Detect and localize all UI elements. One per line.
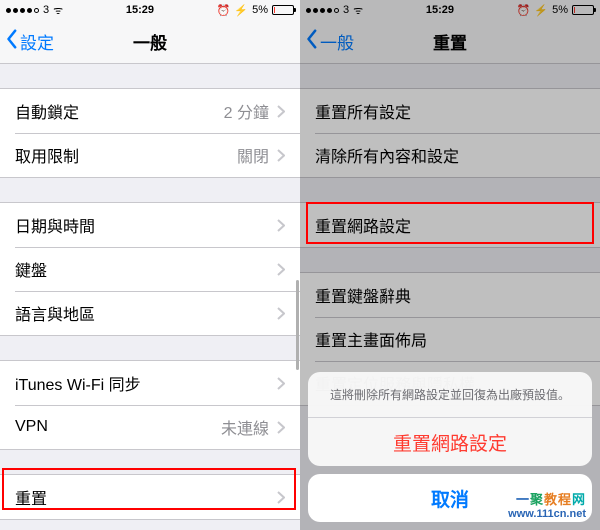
row-vpn[interactable]: VPN 未連線 <box>0 405 300 449</box>
row-value: 未連線 <box>221 415 269 439</box>
nav-bar: 設定 一般 <box>0 20 300 64</box>
reset-list: 重置所有設定 清除所有內容和設定 重置網路設定 重置鍵盤辭典 重置主畫面佈局 <box>300 88 600 406</box>
row-lang-region[interactable]: 語言與地區 <box>0 291 300 335</box>
row-label: 重置 <box>15 485 47 509</box>
back-button[interactable]: 一般 <box>304 20 354 63</box>
row-label: 鍵盤 <box>15 257 47 281</box>
carrier-label: 3 <box>343 4 349 16</box>
row-label: 重置主畫面佈局 <box>315 327 427 351</box>
page-title: 一般 <box>133 29 167 54</box>
action-sheet: 這將刪除所有網路設定並回復為出廠預設值。 重置網路設定 取消 一聚教程网 www… <box>308 372 592 522</box>
row-erase-all-content[interactable]: 清除所有內容和設定 <box>300 133 600 177</box>
row-label: iTunes Wi-Fi 同步 <box>15 371 141 395</box>
confirm-reset-network-button[interactable]: 重置網路設定 <box>308 418 592 466</box>
alarm-icon: ⏰ <box>217 4 231 17</box>
row-reset-network-settings[interactable]: 重置網路設定 <box>300 203 600 247</box>
back-button[interactable]: 設定 <box>4 20 54 63</box>
chevron-right-icon <box>277 105 285 118</box>
bluetooth-icon: ⚡ <box>534 4 548 17</box>
row-label: 取用限制 <box>15 143 79 167</box>
wifi-icon: ᯤ <box>353 3 363 18</box>
page-title: 重置 <box>433 29 467 54</box>
chevron-right-icon <box>277 149 285 162</box>
row-reset-all-settings[interactable]: 重置所有設定 <box>300 89 600 133</box>
row-reset[interactable]: 重置 <box>0 475 300 519</box>
row-label: 重置鍵盤辭典 <box>315 283 411 307</box>
chevron-right-icon <box>277 219 285 232</box>
row-value: 關閉 <box>237 143 269 167</box>
scrollbar-indicator <box>296 280 299 370</box>
status-bar: 3 ᯤ 15:29 ⏰ ⚡ 5% <box>300 0 600 20</box>
chevron-right-icon <box>277 491 285 504</box>
carrier-label: 3 <box>43 4 49 16</box>
row-itunes-wifi-sync[interactable]: iTunes Wi-Fi 同步 <box>0 361 300 405</box>
status-time: 15:29 <box>126 4 154 16</box>
alarm-icon: ⏰ <box>517 4 531 17</box>
row-restrictions[interactable]: 取用限制 關閉 <box>0 133 300 177</box>
back-label: 一般 <box>320 29 354 54</box>
chevron-right-icon <box>277 421 285 434</box>
battery-icon <box>572 5 594 15</box>
chevron-right-icon <box>277 377 285 390</box>
right-screenshot: 3 ᯤ 15:29 ⏰ ⚡ 5% 一般 重置 重置所有 <box>300 0 600 530</box>
row-date-time[interactable]: 日期與時間 <box>0 203 300 247</box>
row-reset-keyboard-dictionary[interactable]: 重置鍵盤辭典 <box>300 273 600 317</box>
row-value: 2 分鐘 <box>224 99 269 123</box>
battery-icon <box>272 5 294 15</box>
watermark-url: www.111cn.net <box>508 508 586 520</box>
status-bar: 3 ᯤ 15:29 ⏰ ⚡ 5% <box>0 0 300 20</box>
row-auto-lock[interactable]: 自動鎖定 2 分鐘 <box>0 89 300 133</box>
cancel-label: 取消 <box>431 485 469 512</box>
chevron-left-icon <box>4 29 18 54</box>
chevron-right-icon <box>277 263 285 276</box>
row-keyboard[interactable]: 鍵盤 <box>0 247 300 291</box>
settings-list: 自動鎖定 2 分鐘 取用限制 關閉 日期與時間 鍵盤 <box>0 88 300 520</box>
chevron-right-icon <box>277 307 285 320</box>
left-screenshot: 3 ᯤ 15:29 ⏰ ⚡ 5% 設定 一般 自動鎖定 <box>0 0 300 530</box>
battery-pct: 5% <box>552 4 568 16</box>
back-label: 設定 <box>20 29 54 54</box>
cancel-button[interactable]: 取消 一聚教程网 www.111cn.net <box>308 474 592 522</box>
row-label: 重置網路設定 <box>315 213 411 237</box>
row-label: 清除所有內容和設定 <box>315 143 459 167</box>
signal-dots-icon <box>6 8 39 13</box>
row-label: 語言與地區 <box>15 301 95 325</box>
row-label: VPN <box>15 418 48 436</box>
bluetooth-icon: ⚡ <box>234 4 248 17</box>
row-label: 自動鎖定 <box>15 99 79 123</box>
wifi-icon: ᯤ <box>53 3 63 18</box>
nav-bar: 一般 重置 <box>300 20 600 64</box>
battery-pct: 5% <box>252 4 268 16</box>
row-reset-home-layout[interactable]: 重置主畫面佈局 <box>300 317 600 361</box>
signal-dots-icon <box>306 8 339 13</box>
watermark: 一聚教程网 www.111cn.net <box>508 489 586 520</box>
row-label: 重置所有設定 <box>315 99 411 123</box>
action-sheet-message: 這將刪除所有網路設定並回復為出廠預設值。 <box>308 372 592 418</box>
row-label: 日期與時間 <box>15 213 95 237</box>
chevron-left-icon <box>304 29 318 54</box>
status-time: 15:29 <box>426 4 454 16</box>
